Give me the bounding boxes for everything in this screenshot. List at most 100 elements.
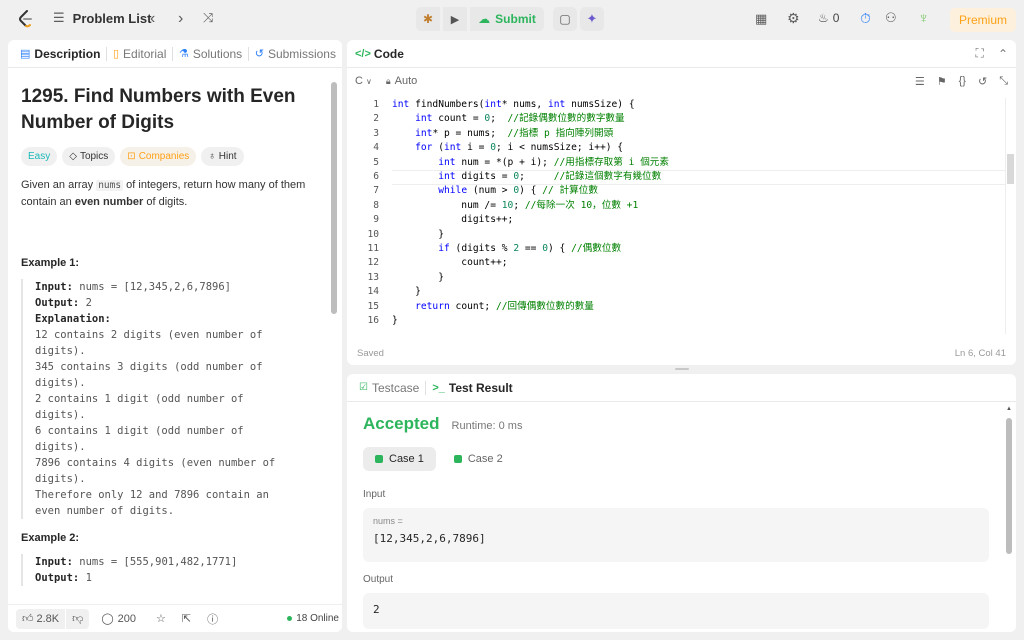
maximize-icon[interactable]: ⛶ (976, 46, 984, 61)
tag-icon: ◇ (69, 151, 77, 162)
companies-button[interactable]: ⊡ Companies (120, 147, 197, 166)
ai-button[interactable]: ✦ (580, 7, 604, 31)
explanation-line: 6 contains 1 digit (odd number of (35, 425, 244, 437)
case-2-tab[interactable]: Case 2 (442, 447, 515, 471)
logo-icon[interactable] (17, 10, 35, 28)
shuffle-icon[interactable]: ⤨ (203, 10, 213, 26)
explanation-line: 7896 contains 4 digits (even number of (35, 457, 276, 469)
topics-button[interactable]: ◇ Topics (62, 147, 116, 166)
coins-indicator[interactable]: ♨ 0 (818, 11, 839, 25)
format-icon[interactable]: ☰ (915, 75, 925, 88)
case-2-label: Case 2 (467, 453, 503, 465)
input-box: nums = [12,345,2,6,7896] (363, 508, 989, 562)
code-line: 14 } (367, 286, 421, 298)
scroll-up-icon[interactable]: ▲ (1006, 406, 1012, 412)
submit-button[interactable]: ☁ Submit (470, 7, 544, 31)
output-label: Output: (35, 572, 80, 584)
explanation-line: digits). (35, 441, 86, 453)
layout-icon[interactable]: ▦ (755, 11, 767, 27)
star-icon[interactable]: ☆ (156, 612, 166, 625)
editor-scrollbar[interactable] (1005, 98, 1014, 334)
premium-button[interactable]: Premium (950, 8, 1016, 32)
timer-icon[interactable]: ⏱ (860, 10, 871, 27)
example-1-title: Example 1: (21, 257, 80, 269)
lock-icon: ⊡ (127, 151, 136, 162)
problem-statement: Given an array nums of integers, return … (21, 177, 321, 211)
hint-label: Hint (218, 151, 237, 162)
cloud-upload-icon: ☁ (478, 12, 491, 26)
editor-toolbar: C ∨ 🔒︎ Auto ☰ ⚑ {} ↺ ⤡ (347, 68, 1016, 94)
premium-label: Premium (958, 13, 1007, 27)
checkbox-icon: ☑ (359, 382, 368, 393)
panel-resize-handle[interactable] (675, 368, 689, 370)
code-line: 16} (367, 315, 398, 326)
statement-text: contain an (21, 196, 75, 208)
tab-test-result[interactable]: >_ Test Result (426, 381, 518, 395)
notes-button[interactable]: ▢ (553, 7, 577, 31)
input-value: [12,345,2,6,7896] (373, 532, 486, 545)
result-scrollbar[interactable]: ▲ (1006, 406, 1012, 630)
play-icon: ▶ (450, 13, 460, 26)
share-icon[interactable]: ⇱ (182, 612, 191, 625)
difficulty-badge: Easy (21, 147, 58, 166)
tab-testcase[interactable]: ☑ Testcase (353, 381, 425, 395)
result-panel: ☑ Testcase >_ Test Result Accepted Runti… (347, 374, 1016, 632)
comment-count: 200 (117, 612, 136, 625)
online-indicator: 18 Online (287, 613, 339, 624)
scrollbar-thumb[interactable] (1006, 418, 1012, 554)
code-line: 12 count++; (367, 257, 508, 269)
scrollbar-thumb[interactable] (1007, 154, 1014, 184)
code-line: 6 int digits = 0; //記錄這個數字有幾位數 (373, 171, 662, 182)
tab-submissions[interactable]: ↺ Submissions (249, 47, 342, 61)
gear-icon[interactable]: ⚙ (787, 10, 800, 27)
collapse-icon[interactable]: ⌃ (998, 47, 1008, 61)
hint-button[interactable]: ♁ Hint (201, 147, 244, 166)
code-line: 3 int* p = nums; //指標 p 指向陣列開頭 (373, 127, 614, 139)
tab-editorial[interactable]: ▯ Editorial (107, 47, 172, 61)
code-line: 10 } (367, 228, 444, 240)
tab-description[interactable]: ▤ Description (14, 47, 106, 61)
flask-icon: ⚗ (178, 48, 189, 60)
code-line: 8 num /= 10; //每除一次 10，位數 +1 (373, 199, 639, 211)
problem-list-button[interactable]: ☰ Problem List (53, 10, 151, 26)
description-content: 1295. Find Numbers with Even Number of D… (21, 84, 321, 586)
example-2-title: Example 2: (21, 532, 80, 544)
flame-icon: ♨ (818, 11, 829, 25)
result-tabs: ☑ Testcase >_ Test Result (347, 374, 1016, 402)
chevron-right-icon[interactable]: › (178, 10, 183, 28)
output-label: Output: (35, 297, 80, 309)
bug-icon: ✱ (422, 12, 434, 26)
explanation-line: Therefore only 12 and 7896 contain an (35, 489, 269, 501)
reset-icon[interactable]: ↺ (978, 75, 987, 88)
braces-icon[interactable]: {} (959, 75, 966, 87)
auto-label: Auto (394, 75, 418, 87)
code-editor[interactable]: 1 int findNumbers(int* nums, int numsSize… (347, 98, 1005, 334)
expand-icon[interactable]: ⤡ (999, 75, 1008, 88)
example-1-block: Input: nums = [12,345,2,6,7896] Output: … (21, 279, 321, 519)
code-line: 7 while (num > 0) { // 計算位數 (373, 185, 598, 197)
input-value: nums = [12,345,2,6,7896] (72, 281, 231, 293)
debug-button[interactable]: ✱ (416, 7, 440, 31)
dumbbell-icon[interactable]: ♆ (918, 10, 929, 27)
run-button[interactable]: ▶ (443, 7, 467, 31)
code-line: 2 int count = 0; //記錄偶數位數的數字數量 (373, 113, 625, 125)
dislike-button[interactable]: 👎︎ (66, 608, 90, 629)
title-line-2: Number of Digits (21, 112, 175, 133)
auto-mode-toggle[interactable]: 🔒︎ Auto (386, 75, 417, 87)
code-title: Code (373, 46, 404, 61)
statement-text: Given an array (21, 179, 97, 191)
tab-solutions[interactable]: ⚗ Solutions (173, 47, 248, 61)
terminal-icon: >_ (432, 381, 445, 394)
code-line: 5 int num = *(p + i); //用指標存取第 i 個元素 (373, 156, 669, 168)
chevron-left-icon[interactable]: ‹ (150, 10, 155, 28)
like-button[interactable]: 👍︎ 2.8K (16, 608, 66, 629)
case-1-tab[interactable]: Case 1 (363, 447, 436, 471)
language-select[interactable]: C ∨ (355, 75, 372, 87)
add-user-icon[interactable]: ⚇ (885, 10, 897, 26)
comments-button[interactable]: ◯ 200 (101, 612, 136, 626)
help-icon[interactable]: ⓘ (207, 611, 218, 627)
explanation-line: digits). (35, 409, 86, 421)
bookmark-icon[interactable]: ⚑ (937, 75, 947, 88)
topics-label: Topics (79, 151, 109, 162)
description-scrollbar[interactable] (331, 82, 337, 314)
